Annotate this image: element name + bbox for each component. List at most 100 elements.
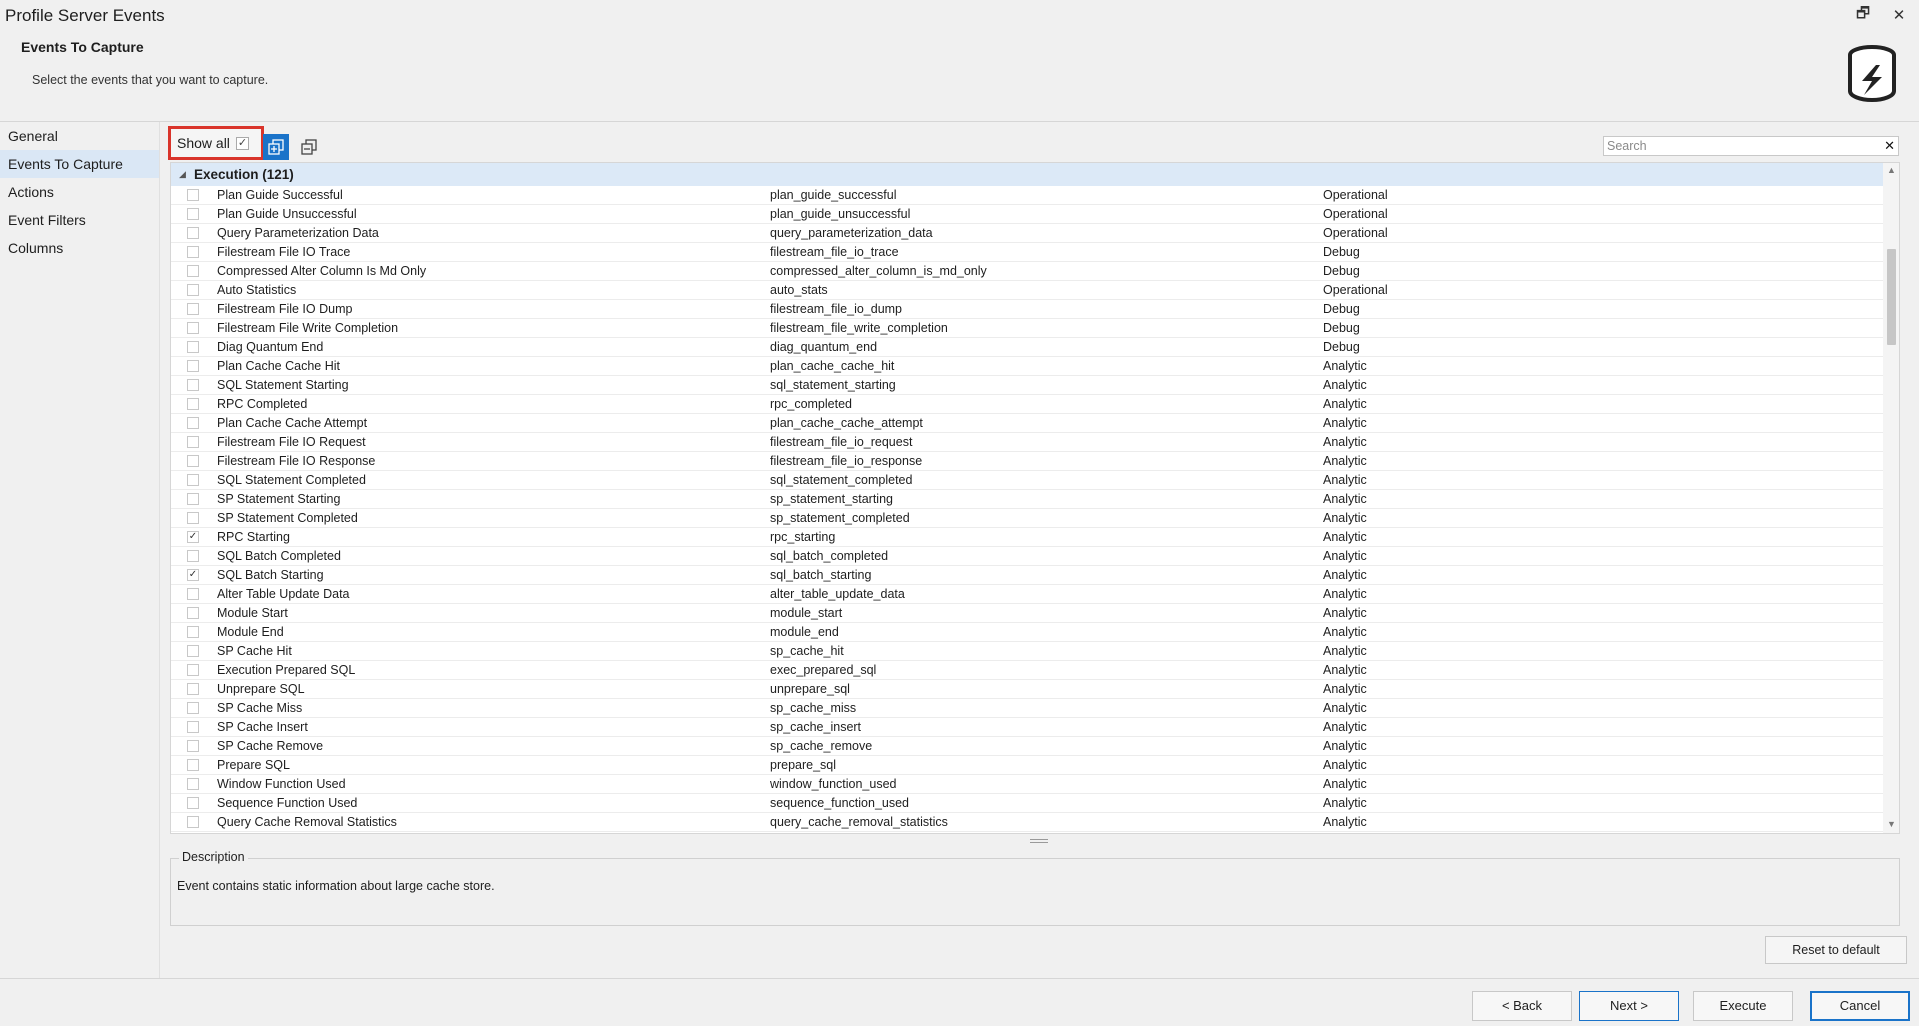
panel-splitter[interactable] — [1030, 839, 1048, 845]
scroll-down-icon[interactable]: ▼ — [1887, 819, 1896, 829]
nav-item-general[interactable]: General — [0, 122, 159, 150]
page-subtitle: Select the events that you want to captu… — [32, 73, 269, 87]
row-checkbox[interactable] — [187, 322, 199, 334]
nav-item-columns[interactable]: Columns — [0, 234, 159, 262]
row-checkbox[interactable] — [187, 626, 199, 638]
row-checkbox[interactable] — [187, 189, 199, 201]
event-id: query_parameterization_data — [770, 226, 933, 240]
execute-button[interactable]: Execute — [1693, 991, 1793, 1021]
table-row[interactable]: Execution Prepared SQL exec_prepared_sql A… — [171, 661, 1883, 680]
row-checkbox[interactable] — [187, 816, 199, 828]
nav-item-actions[interactable]: Actions — [0, 178, 159, 206]
table-row[interactable]: Plan Guide Unsuccessful plan_guide_unsucc… — [171, 205, 1883, 224]
row-checkbox[interactable] — [187, 474, 199, 486]
table-row[interactable]: SQL Statement Completed sql_statement_com… — [171, 471, 1883, 490]
table-row[interactable]: Diag Quantum End diag_quantum_end Debug — [171, 338, 1883, 357]
table-row[interactable]: SP Statement Completed sp_statement_compl… — [171, 509, 1883, 528]
scrollbar-thumb[interactable] — [1887, 249, 1896, 345]
back-button[interactable]: < Back — [1472, 991, 1572, 1021]
row-checkbox[interactable] — [187, 436, 199, 448]
table-row[interactable]: SQL Batch Completed sql_batch_completed An… — [171, 547, 1883, 566]
close-icon[interactable]: ✕ — [1887, 4, 1911, 26]
event-id: sql_batch_completed — [770, 549, 889, 563]
table-row[interactable]: Filestream File IO Request filestream_fil… — [171, 433, 1883, 452]
show-all-toggle[interactable]: Show all ✓ — [168, 126, 264, 160]
event-channel: Debug — [1323, 302, 1360, 316]
row-checkbox[interactable] — [187, 493, 199, 505]
row-checkbox[interactable]: ✓ — [187, 531, 199, 543]
row-checkbox[interactable] — [187, 588, 199, 600]
row-checkbox[interactable] — [187, 379, 199, 391]
row-checkbox[interactable] — [187, 683, 199, 695]
table-row[interactable]: Plan Cache Cache Hit plan_cache_cache_hit… — [171, 357, 1883, 376]
table-row[interactable]: SP Cache Insert sp_cache_insert Analytic — [171, 718, 1883, 737]
table-row[interactable]: SP Cache Hit sp_cache_hit Analytic — [171, 642, 1883, 661]
row-checkbox[interactable] — [187, 398, 199, 410]
table-row[interactable]: Plan Cache Cache Attempt plan_cache_cache… — [171, 414, 1883, 433]
event-id: filestream_file_io_request — [770, 435, 913, 449]
row-checkbox[interactable] — [187, 417, 199, 429]
table-row[interactable]: ✓ RPC Starting rpc_starting Analytic — [171, 528, 1883, 547]
search-clear-icon[interactable]: ✕ — [1884, 138, 1895, 154]
row-checkbox[interactable] — [187, 550, 199, 562]
nav-item-events-to-capture[interactable]: Events To Capture — [0, 150, 159, 178]
row-checkbox[interactable] — [187, 360, 199, 372]
row-checkbox[interactable] — [187, 664, 199, 676]
table-row[interactable]: Alter Table Update Data alter_table_updat… — [171, 585, 1883, 604]
table-row[interactable]: Query Cache Removal Statistics query_cach… — [171, 813, 1883, 832]
row-checkbox[interactable] — [187, 303, 199, 315]
row-checkbox[interactable] — [187, 721, 199, 733]
row-checkbox[interactable] — [187, 797, 199, 809]
row-checkbox[interactable] — [187, 702, 199, 714]
table-row[interactable]: RPC Completed rpc_completed Analytic — [171, 395, 1883, 414]
table-row[interactable]: Plan Guide Successful plan_guide_successf… — [171, 186, 1883, 205]
collapse-all-button[interactable] — [296, 134, 322, 160]
scroll-up-icon[interactable]: ▲ — [1887, 165, 1896, 175]
event-name: Filestream File Write Completion — [217, 321, 399, 335]
row-checkbox[interactable] — [187, 265, 199, 277]
row-checkbox[interactable] — [187, 246, 199, 258]
table-row[interactable]: Unprepare SQL unprepare_sql Analytic — [171, 680, 1883, 699]
event-name: Alter Table Update Data — [217, 587, 350, 601]
show-all-checkbox[interactable]: ✓ — [235, 136, 249, 150]
table-row[interactable]: Compressed Alter Column Is Md Only compre… — [171, 262, 1883, 281]
row-checkbox[interactable] — [187, 227, 199, 239]
row-checkbox[interactable] — [187, 778, 199, 790]
row-checkbox[interactable] — [187, 455, 199, 467]
table-row[interactable]: SQL Statement Starting sql_statement_star… — [171, 376, 1883, 395]
cancel-button[interactable]: Cancel — [1810, 991, 1910, 1021]
table-row[interactable]: Window Function Used window_function_used… — [171, 775, 1883, 794]
table-row[interactable]: ✓ SQL Batch Starting sql_batch_starting Ana… — [171, 566, 1883, 585]
table-row[interactable]: Filestream File IO Dump filestream_file_i… — [171, 300, 1883, 319]
group-row-execution[interactable]: ◢ Execution (121) — [171, 163, 1883, 186]
table-row[interactable]: Module End module_end Analytic — [171, 623, 1883, 642]
search-input[interactable] — [1604, 137, 1874, 155]
row-checkbox[interactable] — [187, 341, 199, 353]
row-checkbox[interactable] — [187, 645, 199, 657]
restore-icon[interactable]: 🗗 — [1851, 4, 1875, 26]
table-row[interactable]: Filestream File IO Trace filestream_file_… — [171, 243, 1883, 262]
table-row[interactable]: Query Parameterization Data query_paramet… — [171, 224, 1883, 243]
next-button[interactable]: Next > — [1579, 991, 1679, 1021]
row-checkbox[interactable] — [187, 740, 199, 752]
table-row[interactable]: SP Cache Remove sp_cache_remove Analytic — [171, 737, 1883, 756]
table-row[interactable]: Auto Statistics auto_stats Operational — [171, 281, 1883, 300]
row-checkbox[interactable] — [187, 284, 199, 296]
reset-to-default-button[interactable]: Reset to default — [1765, 936, 1907, 964]
row-checkbox[interactable] — [187, 759, 199, 771]
row-checkbox[interactable] — [187, 208, 199, 220]
row-checkbox[interactable]: ✓ — [187, 569, 199, 581]
table-row[interactable]: SP Cache Miss sp_cache_miss Analytic — [171, 699, 1883, 718]
row-checkbox[interactable] — [187, 512, 199, 524]
expand-all-button[interactable] — [263, 134, 289, 160]
table-row[interactable]: Filestream File IO Response filestream_fi… — [171, 452, 1883, 471]
nav-item-event-filters[interactable]: Event Filters — [0, 206, 159, 234]
vertical-scrollbar[interactable]: ▲ ▼ — [1883, 163, 1899, 833]
table-row[interactable]: Sequence Function Used sequence_function_… — [171, 794, 1883, 813]
table-row[interactable]: Filestream File Write Completion filestre… — [171, 319, 1883, 338]
table-row[interactable]: Module Start module_start Analytic — [171, 604, 1883, 623]
row-checkbox[interactable] — [187, 607, 199, 619]
table-row[interactable]: Prepare SQL prepare_sql Analytic — [171, 756, 1883, 775]
group-collapse-icon[interactable]: ◢ — [179, 163, 186, 186]
table-row[interactable]: SP Statement Starting sp_statement_starti… — [171, 490, 1883, 509]
